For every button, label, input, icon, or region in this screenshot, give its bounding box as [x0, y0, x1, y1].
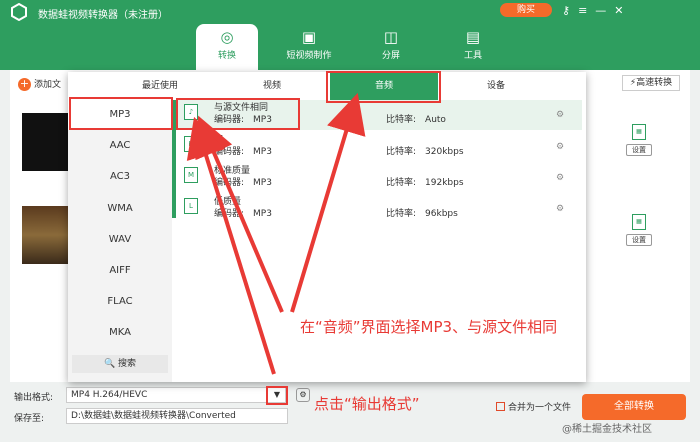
annotation-main: 在“音频”界面选择MP3、与源文件相同 [300, 318, 558, 336]
annotation-arrows [186, 92, 366, 375]
arrow-to-preset [195, 115, 284, 313]
arrow-to-audio-tab [290, 92, 366, 313]
annotation-output: 点击“输出格式” [314, 395, 420, 413]
arrow-to-mp3 [186, 116, 276, 375]
